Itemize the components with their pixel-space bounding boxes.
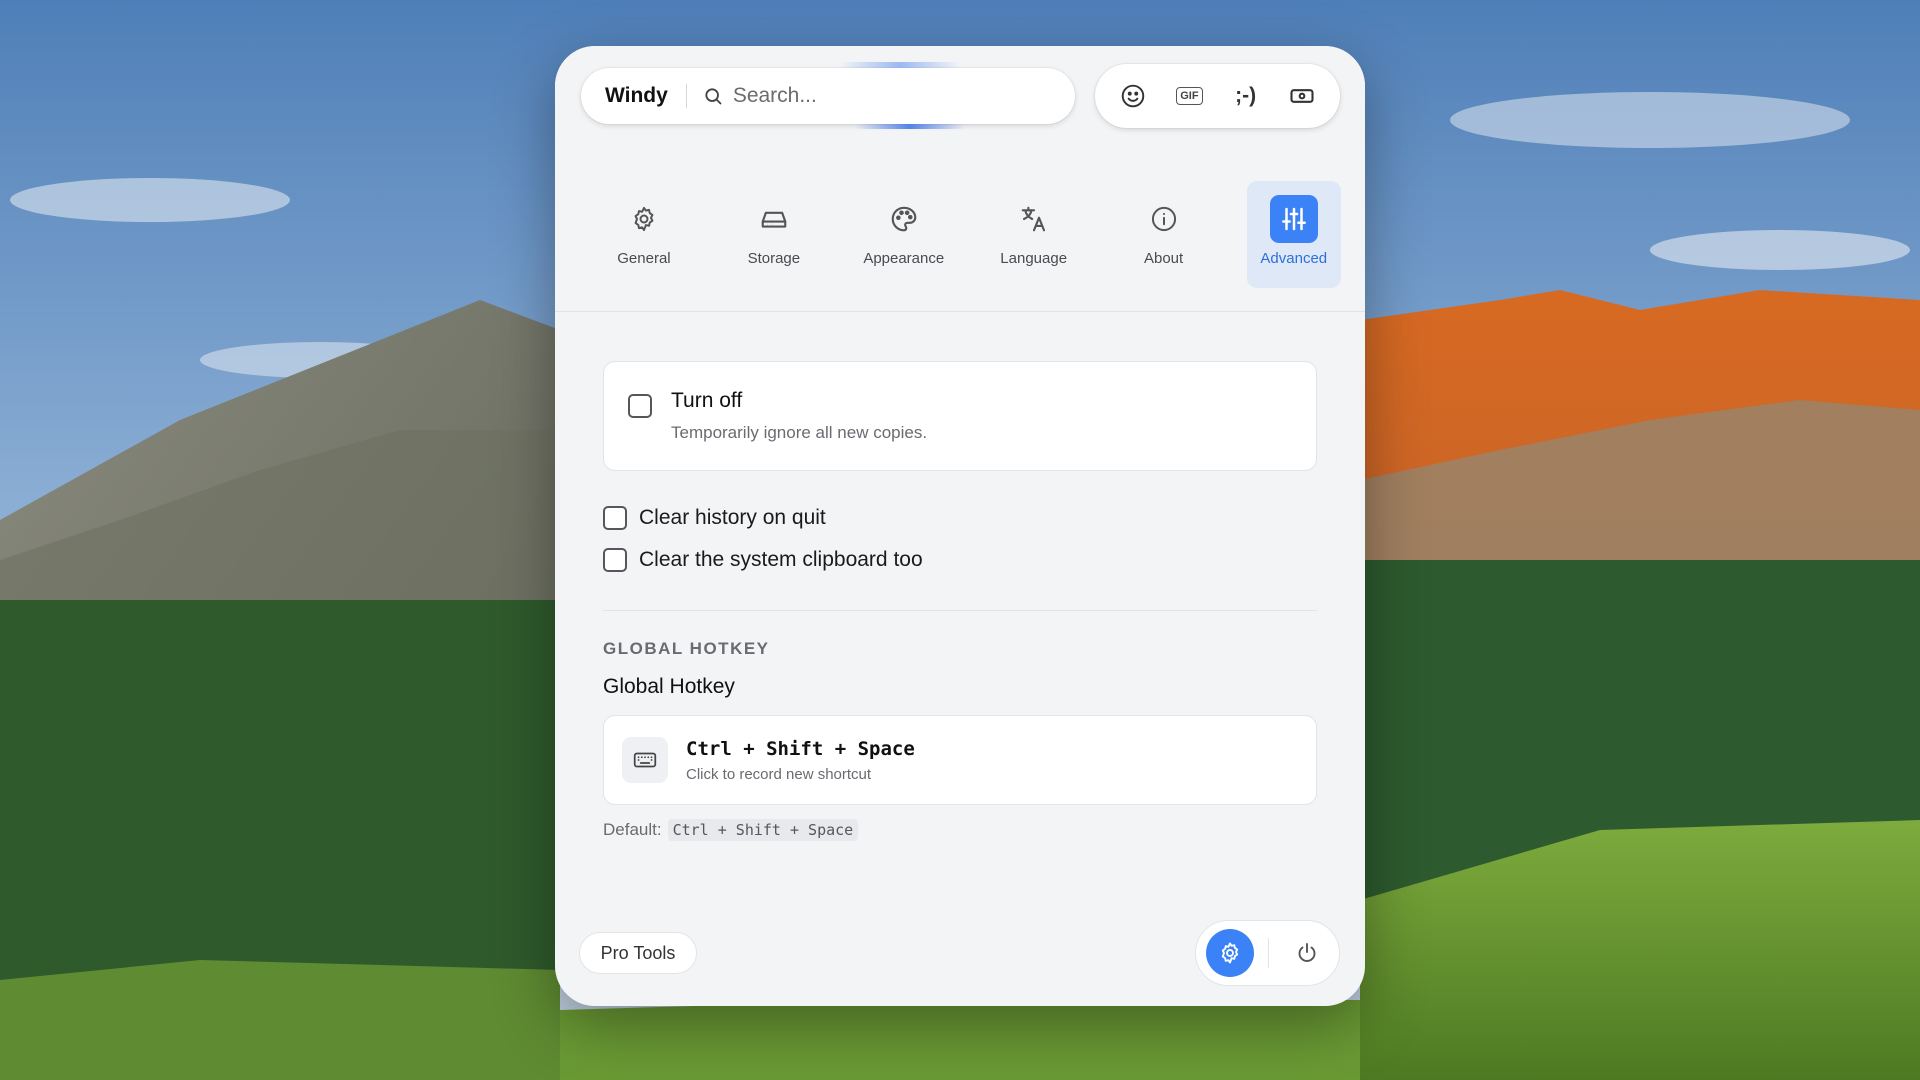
smiley-icon (1121, 84, 1145, 108)
search-glow-bottom (855, 124, 965, 129)
palette-icon (880, 195, 928, 243)
settings-tabs: General Storage Appearance Language Abou… (555, 146, 1365, 312)
tab-label: Advanced (1260, 250, 1328, 267)
clear-history-label: Clear history on quit (639, 506, 826, 529)
search-glow-top (840, 62, 960, 68)
hotkey-text: Ctrl + Shift + Space Click to record new… (686, 738, 915, 783)
clipboard-manager-window: Windy GIF ;-) (555, 46, 1365, 1006)
default-combo: Ctrl + Shift + Space (667, 819, 859, 841)
tab-appearance[interactable]: Appearance (839, 181, 969, 288)
section-divider (603, 610, 1317, 611)
clear-clipboard-checkbox[interactable] (603, 548, 627, 572)
gear-icon (1221, 942, 1239, 964)
footer-divider (1268, 938, 1269, 968)
gear-icon (620, 195, 668, 243)
sliders-icon (1269, 195, 1318, 243)
top-bar: Windy GIF ;-) (555, 46, 1365, 146)
hotkey-section-eyebrow: GLOBAL HOTKEY (603, 639, 770, 658)
hotkey-hint: Click to record new shortcut (686, 765, 872, 783)
ticket-icon (1290, 89, 1314, 103)
quit-button[interactable] (1287, 933, 1327, 973)
tab-label: Appearance (863, 250, 945, 267)
app-brand: Windy (605, 84, 687, 108)
settings-button[interactable] (1206, 929, 1254, 977)
info-icon (1140, 195, 1188, 243)
clear-options: Clear history on quit Clear the system c… (603, 497, 1317, 581)
translate-icon (1010, 195, 1058, 243)
turn-off-checkbox[interactable] (628, 394, 652, 418)
tab-about[interactable]: About (1099, 181, 1229, 288)
search-bar: Windy (581, 68, 1075, 124)
tab-label: Language (1000, 250, 1068, 267)
search-input[interactable] (732, 84, 1033, 108)
hotkey-default: Default: Ctrl + Shift + Space (603, 819, 1317, 841)
pro-tools-button[interactable]: Pro Tools (579, 932, 697, 974)
insert-tools: GIF ;-) (1095, 64, 1340, 128)
tab-label: General (617, 250, 671, 267)
clear-history-checkbox[interactable] (603, 506, 627, 530)
keyboard-icon (622, 737, 668, 783)
search-icon (703, 86, 723, 106)
default-label: Default: (603, 820, 662, 839)
tab-storage[interactable]: Storage (709, 181, 839, 288)
hard-drive-icon (750, 195, 798, 243)
turn-off-card: Turn off Temporarily ignore all new copi… (603, 361, 1317, 471)
turn-off-description: Temporarily ignore all new copies. (671, 423, 928, 442)
tab-general[interactable]: General (579, 181, 709, 288)
kaomoji-button[interactable]: ;-) (1224, 74, 1268, 118)
symbols-button[interactable] (1280, 74, 1324, 118)
tab-label: About (1143, 250, 1184, 267)
clear-clipboard-label: Clear the system clipboard too (639, 548, 923, 571)
gif-button[interactable]: GIF (1167, 74, 1211, 118)
turn-off-title: Turn off (671, 389, 743, 412)
power-icon (1298, 943, 1316, 962)
footer-actions (1195, 920, 1340, 986)
gif-icon: GIF (1176, 87, 1203, 105)
hotkey-recorder[interactable]: Ctrl + Shift + Space Click to record new… (603, 715, 1317, 805)
hotkey-section-title: Global Hotkey (603, 675, 735, 698)
advanced-settings: Turn off Temporarily ignore all new copi… (603, 361, 1317, 841)
tab-language[interactable]: Language (969, 181, 1099, 288)
clear-history-row[interactable]: Clear history on quit (603, 497, 1317, 539)
tab-label: Storage (747, 250, 801, 267)
kaomoji-label: ;-) (1235, 84, 1257, 107)
emoji-button[interactable] (1111, 74, 1155, 118)
clear-clipboard-row[interactable]: Clear the system clipboard too (603, 539, 1317, 581)
hotkey-combo: Ctrl + Shift + Space (686, 737, 915, 760)
tab-advanced[interactable]: Advanced (1246, 181, 1341, 288)
